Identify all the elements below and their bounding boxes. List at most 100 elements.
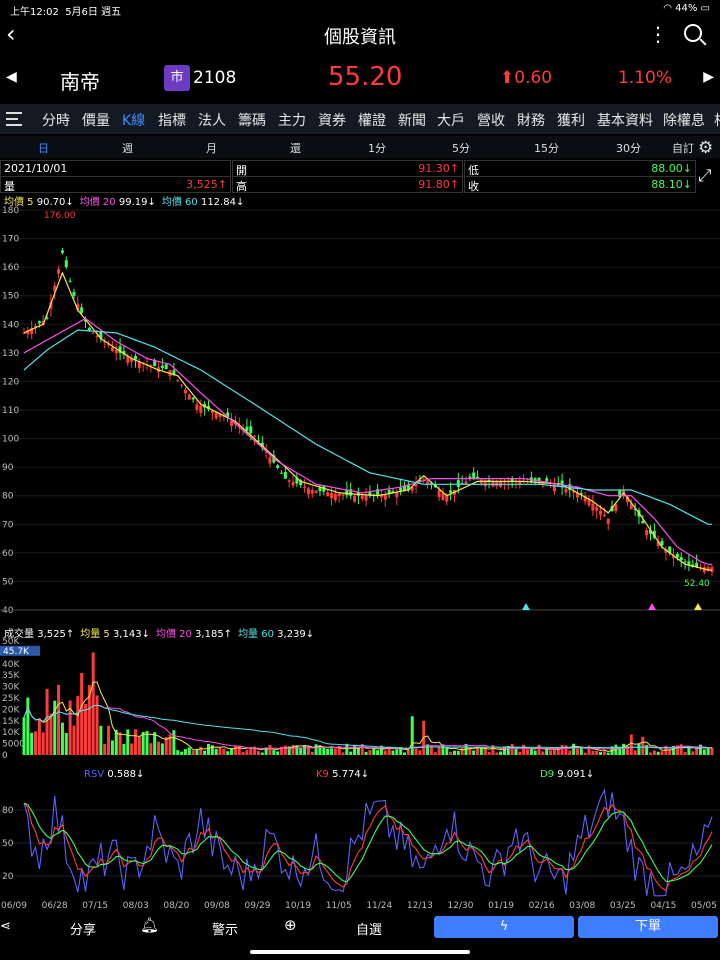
tab-2[interactable]: K線 [122, 110, 145, 130]
tab-8[interactable]: 權證 [358, 110, 386, 130]
volume-bar [118, 732, 122, 755]
tab-1[interactable]: 價量 [82, 110, 110, 130]
menu-icon[interactable] [6, 112, 22, 126]
more-vertical-icon[interactable]: ⋮ [648, 22, 668, 46]
period-selector: 自訂 日 週 月 還 1分 5分 15分 30分 [0, 136, 720, 158]
x-tick-label: 07/15 [82, 901, 108, 910]
tab-11[interactable]: 營收 [477, 110, 505, 130]
x-tick-label: 08/20 [163, 901, 189, 910]
candle-body [364, 495, 368, 501]
candle-body [64, 260, 68, 268]
candle-body [687, 561, 691, 565]
alert-button[interactable]: 警示 [212, 919, 238, 938]
volume-bar [80, 672, 84, 755]
volume-bar [695, 747, 699, 755]
volume-bar [341, 752, 345, 755]
volume-bar [222, 748, 226, 755]
volume-bar [502, 746, 506, 755]
gear-icon[interactable]: ⚙ [698, 138, 713, 158]
volume-bar [126, 729, 130, 755]
add-circle-icon[interactable]: ⊕ [284, 916, 297, 934]
custom-period-button[interactable]: 自訂 [672, 140, 694, 156]
candle-body [564, 488, 568, 493]
tab-13[interactable]: 獲利 [557, 110, 585, 130]
kd-chart[interactable]: 80 50 20 06/09 06/28 07/15 08/03 08/20 09/08 09/2… [0, 782, 720, 910]
flash-order-button[interactable]: ϟ [434, 916, 574, 938]
volume-marker-label: 45.7K [3, 647, 30, 657]
volume-bar [122, 743, 126, 755]
x-tick-label: 04/15 [650, 901, 676, 910]
candle-body [326, 492, 330, 497]
candle-body [641, 520, 645, 524]
volume-bar [107, 725, 111, 755]
candle-body [249, 426, 253, 434]
tab-3[interactable]: 指標 [158, 110, 186, 130]
period-4[interactable]: 1分 [368, 140, 386, 156]
volume-bar [629, 734, 633, 755]
order-button[interactable]: 下單 [578, 916, 718, 938]
period-6[interactable]: 15分 [534, 140, 559, 156]
volume-bar [583, 752, 587, 755]
period-2[interactable]: 月 [206, 140, 217, 156]
period-0[interactable]: 日 [38, 140, 49, 156]
x-tick-label: 09/08 [204, 901, 230, 910]
tab-4[interactable]: 法人 [198, 110, 226, 130]
candle-body [268, 457, 272, 464]
x-tick-label: 03/25 [610, 901, 636, 910]
price-tick-label: 140 [2, 320, 19, 330]
period-5[interactable]: 5分 [452, 140, 470, 156]
lightning-icon: ϟ [499, 919, 509, 934]
volume-bar [49, 713, 53, 755]
tab-14[interactable]: 基本資料 [597, 110, 653, 130]
volume-chart[interactable]: 50K45K40K35K30K25K20K15K10K5000045.7K [0, 637, 720, 759]
tab-10[interactable]: 大戶 [437, 110, 465, 130]
period-1[interactable]: 週 [122, 140, 133, 156]
share-icon[interactable]: ⋖ [0, 919, 11, 934]
tab-6[interactable]: 主力 [278, 110, 306, 130]
volume-tick-label: 30K [2, 683, 20, 693]
bell-icon[interactable]: 🔔︎ [140, 916, 159, 934]
high-label: 176.00 [44, 211, 76, 221]
candle-body [114, 350, 118, 354]
candle-body [679, 557, 683, 560]
candle-body [153, 360, 157, 367]
candle-body [191, 397, 195, 400]
volume-bar [710, 747, 714, 755]
search-icon[interactable] [684, 24, 702, 42]
ohlc-panel: 2021/10/01 開 91.30↑ 低 88.00↓ 量 3,525↑ 高 91.8… [0, 160, 696, 193]
candle-body [280, 472, 284, 474]
ohlc-low-cell: 低 88.00↓ [464, 160, 696, 177]
x-tick-label: 11/05 [326, 901, 352, 910]
tab-12[interactable]: 財務 [517, 110, 545, 130]
prev-stock-arrow-icon[interactable]: ◀ [6, 69, 17, 85]
tab-9[interactable]: 新聞 [398, 110, 426, 130]
x-tick-label: 03/08 [569, 901, 595, 910]
x-tick-label: 02/16 [529, 901, 555, 910]
volume-bar [472, 750, 476, 755]
price-chart[interactable]: 180 170 160 150 140 130 120 110 100 90 80 70 60 50 40 1… [0, 202, 720, 622]
volume-bar [433, 752, 437, 755]
period-3[interactable]: 還 [290, 140, 301, 156]
tab-16[interactable]: 相 [714, 110, 720, 130]
watchlist-button[interactable]: 自選 [356, 919, 382, 938]
tab-5[interactable]: 籌碼 [238, 110, 266, 130]
expand-icon[interactable]: ⤢ [698, 166, 712, 186]
tab-0[interactable]: 分時 [42, 110, 70, 130]
volume-bar [203, 750, 207, 755]
candle-body [329, 492, 333, 499]
tab-7[interactable]: 資券 [318, 110, 346, 130]
volume-bar [637, 743, 641, 755]
share-button[interactable]: 分享 [70, 919, 96, 938]
candle-body [195, 404, 199, 410]
period-7[interactable]: 30分 [616, 140, 641, 156]
volume-bar [45, 688, 49, 755]
next-stock-arrow-icon[interactable]: ▶ [703, 69, 714, 85]
candle-body [91, 332, 95, 334]
volume-bar [191, 750, 195, 755]
x-tick-label: 06/28 [42, 901, 68, 910]
price-tick-label: 130 [2, 349, 19, 359]
volume-bar [133, 729, 137, 755]
volume-bar [30, 732, 34, 755]
bottom-toolbar: ⋖ 分享 🔔︎ 警示 ⊕ 自選 ϟ 下單 [0, 912, 720, 942]
tab-15[interactable]: 除權息 [663, 110, 705, 130]
